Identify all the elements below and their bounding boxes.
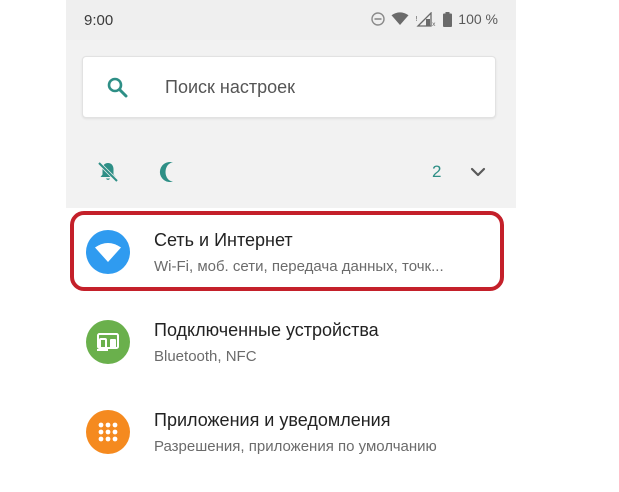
chevron-down-icon[interactable]	[468, 162, 488, 182]
wifi-icon	[391, 12, 409, 25]
devices-icon-circle	[86, 320, 130, 364]
settings-list: Сеть и Интернет Wi-Fi, моб. сети, переда…	[66, 208, 516, 492]
search-placeholder: Поиск настроек	[165, 77, 295, 97]
wifi-icon	[95, 243, 121, 262]
signal-icon: ! x	[415, 11, 436, 27]
conditions-count: 2	[432, 162, 442, 181]
bell-off-icon	[97, 161, 119, 183]
search-icon	[107, 77, 128, 98]
settings-item-subtitle: Bluetooth, NFC	[154, 348, 257, 365]
dnd-icon	[371, 12, 385, 26]
settings-item-subtitle: Разрешения, приложения по умолчанию	[154, 438, 437, 455]
svg-text:!: !	[415, 15, 418, 23]
settings-screen: 9:00 ! x 100 % Поиск настроек 2 Сеть и И…	[66, 0, 516, 492]
settings-item-network[interactable]: Сеть и Интернет Wi-Fi, моб. сети, переда…	[66, 208, 516, 298]
settings-item-connected-devices[interactable]: Подключенные устройства Bluetooth, NFC	[66, 298, 516, 388]
apps-icon	[98, 422, 118, 442]
status-icons: ! x 100 %	[371, 11, 498, 27]
network-icon-circle	[86, 230, 130, 274]
settings-item-title: Подключенные устройства	[154, 320, 379, 340]
settings-item-apps-notifications[interactable]: Приложения и уведомления Разрешения, при…	[66, 388, 516, 478]
battery-icon	[443, 11, 453, 27]
svg-text:x: x	[432, 21, 436, 27]
status-bar: 9:00 ! x 100 %	[66, 0, 516, 40]
apps-icon-circle	[86, 410, 130, 454]
devices-icon	[97, 333, 119, 351]
settings-item-title: Сеть и Интернет	[154, 230, 293, 250]
settings-item-title: Приложения и уведомления	[154, 410, 391, 430]
battery-level: 100 %	[458, 11, 498, 27]
settings-item-subtitle: Wi-Fi, моб. сети, передача данных, точк.…	[154, 258, 444, 275]
moon-icon	[159, 162, 173, 182]
conditions-row[interactable]: 2	[66, 140, 516, 204]
search-bar[interactable]: Поиск настроек	[82, 56, 496, 118]
status-time: 9:00	[84, 12, 114, 29]
